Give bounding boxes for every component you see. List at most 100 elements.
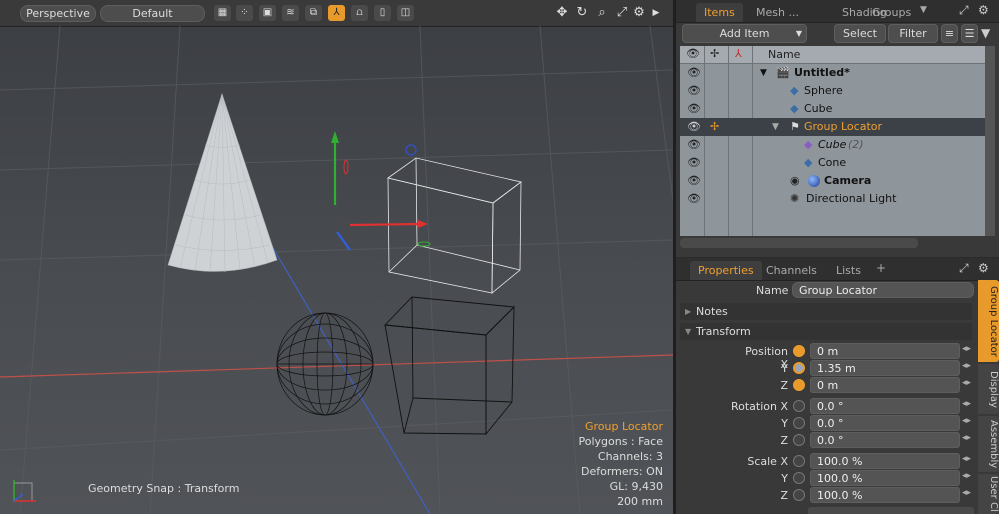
tree-row-cube-2[interactable]: 👁 ◆ Cube (2) [680,136,985,154]
rotation-y-field[interactable]: 0.0 ° [810,415,960,431]
eye-icon[interactable]: 👁 [686,172,702,190]
tab-properties[interactable]: Properties [690,261,762,280]
tree-horizontal-scrollbar[interactable] [680,238,918,248]
tab-mesh[interactable]: Mesh ... [748,3,807,22]
tab-menu-arrow-icon[interactable]: ▼ [920,5,927,15]
position-x-stepper-icon[interactable]: ◂▸ [962,344,971,354]
name-field[interactable]: Group Locator [792,282,974,298]
book-icon[interactable]: ◫ [397,5,414,21]
side-tab-group-locator[interactable]: Group Locator [978,280,999,362]
box-icon[interactable]: ▣ [259,5,276,21]
position-z-stepper-icon[interactable]: ◂▸ [962,378,971,388]
side-tab-display[interactable]: Display [978,364,999,414]
funnel-icon[interactable]: ▼ [981,26,990,40]
rotate-view-icon[interactable]: ↻ [574,5,590,21]
name-column-header[interactable]: Name [768,48,800,61]
position-z-keyframe-icon[interactable] [793,379,805,391]
scale-x-keyframe-icon[interactable] [793,455,805,467]
eye-icon[interactable]: 👁 [686,190,702,208]
maximize-icon[interactable]: ⤢ [959,3,969,18]
side-tab-user-channels[interactable]: User Cl [978,474,999,514]
scale-z-field[interactable]: 100.0 % [810,487,960,503]
move-view-icon[interactable]: ✥ [554,5,570,21]
options-icon[interactable]: ☰ [961,24,978,43]
scale-y-stepper-icon[interactable]: ◂▸ [962,471,971,481]
sphere-wire[interactable] [276,312,374,416]
visibility-col-icon[interactable]: 👁 [686,47,700,60]
notes-section[interactable]: ▶ Notes [680,303,972,320]
wave-icon[interactable]: ≋ [282,5,299,21]
menu-arrow-icon[interactable]: ▶ [648,5,664,21]
person-icon[interactable]: ⅄ [328,5,345,21]
scale-y-field[interactable]: 100.0 % [810,470,960,486]
viewport-canvas[interactable] [0,26,673,514]
transform-icon[interactable]: ✢ [710,118,719,136]
position-y-stepper-icon[interactable]: ◂▸ [962,361,971,371]
cube-2-wire[interactable] [387,157,522,294]
list-toggle-icon[interactable]: ≡ [941,24,958,43]
transform-gizmo[interactable] [331,131,431,251]
gear-icon[interactable]: ⚙ [978,261,989,275]
tree-row-group-locator[interactable]: 👁 ✢ ▼ ⚑ Group Locator [680,118,985,136]
eye-icon[interactable]: 👁 [686,82,702,100]
eye-icon[interactable]: 👁 [686,154,702,172]
scale-z-keyframe-icon[interactable] [793,489,805,501]
cone-mesh[interactable] [167,93,278,273]
vertex-icon[interactable]: ⁘ [236,5,253,21]
expand-icon[interactable]: ▼ [772,118,779,136]
more-dropdown[interactable] [808,507,974,514]
tree-row-camera[interactable]: 👁 ◉ Camera [680,172,985,190]
grid-icon[interactable]: ▦ [214,5,231,21]
rotation-y-stepper-icon[interactable]: ◂▸ [962,416,971,426]
position-x-keyframe-icon[interactable] [793,345,805,357]
maximize-icon[interactable]: ⤢ [614,5,630,21]
rotation-z-keyframe-icon[interactable] [793,434,805,446]
tree-row-untitled[interactable]: 👁 ▼ 🎬 Untitled* [680,64,985,82]
select-button[interactable]: Select [834,24,886,43]
hand-icon[interactable]: ⩍ [351,5,368,21]
expand-icon[interactable]: ▼ [760,64,767,82]
transform-section[interactable]: ▼ Transform [680,323,972,340]
position-y-field[interactable]: 1.35 m [810,360,960,376]
side-tab-assembly[interactable]: Assembly [978,416,999,472]
rotation-z-stepper-icon[interactable]: ◂▸ [962,433,971,443]
tab-groups[interactable]: Groups [864,3,919,22]
zoom-view-icon[interactable]: ⌕ [594,5,610,21]
axis-col-icon[interactable]: ⅄ [735,47,742,60]
tree-scrollbar[interactable] [985,46,995,236]
eye-icon[interactable]: 👁 [686,118,702,136]
rotation-y-keyframe-icon[interactable] [793,417,805,429]
position-y-keyframe-icon[interactable] [793,362,805,374]
tree-row-cone[interactable]: 👁 ◆ Cone [680,154,985,172]
tab-items[interactable]: Items [696,3,743,22]
tab-channels[interactable]: Channels [758,261,825,280]
tree-row-directional-light[interactable]: 👁 ✺ Directional Light [680,190,985,208]
scale-x-field[interactable]: 100.0 % [810,453,960,469]
layer-icon[interactable]: ⧉ [305,5,322,21]
gear-icon[interactable]: ⚙ [978,3,989,17]
scale-x-stepper-icon[interactable]: ◂▸ [962,454,971,464]
gear-icon[interactable]: ⚙ [631,5,647,21]
rotation-x-stepper-icon[interactable]: ◂▸ [962,399,971,409]
scale-y-keyframe-icon[interactable] [793,472,805,484]
3d-viewport[interactable]: Perspective Default ▦ ⁘ ▣ ≋ ⧉ ⅄ ⩍ ▯ ◫ ✥ … [0,0,673,514]
cube-wire[interactable] [384,296,515,436]
position-z-field[interactable]: 0 m [810,377,960,393]
position-x-field[interactable]: 0 m [810,343,960,359]
scale-z-stepper-icon[interactable]: ◂▸ [962,488,971,498]
tree-row-cube[interactable]: 👁 ◆ Cube [680,100,985,118]
eye-icon[interactable]: 👁 [686,100,702,118]
rotation-x-keyframe-icon[interactable] [793,400,805,412]
maximize-icon[interactable]: ⤢ [959,261,969,276]
shading-dropdown[interactable]: Default [100,5,205,22]
eye-icon[interactable]: 👁 [686,64,702,82]
add-item-button[interactable]: Add Item ▼ [682,24,807,43]
cylinder-icon[interactable]: ▯ [374,5,391,21]
rotation-x-field[interactable]: 0.0 ° [810,398,960,414]
eye-icon[interactable]: 👁 [686,136,702,154]
rotation-z-field[interactable]: 0.0 ° [810,432,960,448]
add-tab-icon[interactable]: + [876,261,886,275]
view-mode-dropdown[interactable]: Perspective [20,5,96,22]
tab-lists[interactable]: Lists [828,261,869,280]
filter-button[interactable]: Filter [888,24,938,43]
